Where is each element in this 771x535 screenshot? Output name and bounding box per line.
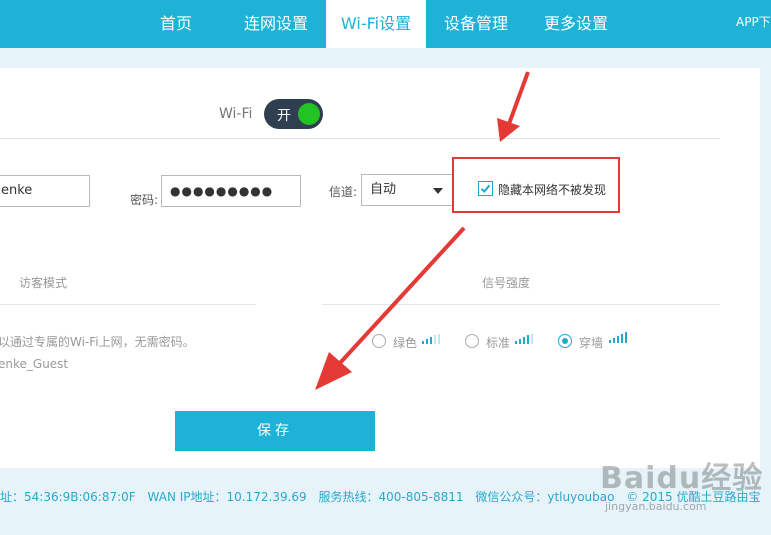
footer-mac-address: 址：54:36:9B:06:87:0F	[0, 490, 136, 504]
signal-radio-green[interactable]	[372, 334, 386, 348]
signal-option-label[interactable]: 绿色	[393, 334, 417, 351]
hide-network-label[interactable]: 隐藏本网络不被发现	[498, 181, 606, 198]
save-button[interactable]: 保存	[175, 411, 375, 451]
signal-bars-icon	[422, 334, 440, 344]
check-icon	[480, 184, 491, 193]
guest-mode-description: 以通过专属的Wi-Fi上网，无需密码。	[0, 335, 195, 349]
guest-mode-title: 访客模式	[19, 276, 68, 290]
baidu-watermark-url: jingyan.baidu.com	[605, 500, 707, 513]
nav-item-more-settings[interactable]: 更多设置	[530, 0, 622, 48]
divider	[0, 304, 256, 305]
divider	[322, 304, 720, 305]
nav-item-network-settings[interactable]: 连网设置	[230, 0, 322, 48]
wifi-toggle[interactable]: 开	[264, 99, 323, 129]
hide-network-checkbox[interactable]	[478, 181, 493, 196]
signal-bars-icon	[515, 334, 533, 344]
app-download-link[interactable]: APP下	[736, 0, 771, 44]
top-nav-bar: 首页 连网设置 Wi-Fi设置 设备管理 更多设置 APP下	[0, 0, 771, 48]
signal-option-label[interactable]: 标准	[486, 334, 510, 351]
divider	[0, 138, 720, 139]
nav-item-device-management[interactable]: 设备管理	[430, 0, 522, 48]
signal-strength-title: 信号强度	[482, 276, 531, 290]
wifi-toggle-label: 开	[277, 108, 291, 124]
ssid-input[interactable]: enke	[0, 175, 90, 207]
footer-hotline: 服务热线：400-805-8811	[318, 490, 464, 504]
footer-wechat: 微信公众号：ytluyoubao	[475, 490, 615, 504]
nav-item-wifi-settings[interactable]: Wi-Fi设置	[326, 0, 426, 48]
channel-label: 信道:	[329, 185, 358, 199]
channel-select-value: 自动	[370, 182, 397, 197]
signal-bars-icon	[609, 332, 627, 343]
baidu-watermark-logo: Baidu经验	[600, 461, 764, 496]
guest-ssid: enke_Guest	[0, 357, 69, 371]
wifi-settings-panel	[0, 68, 760, 468]
toggle-knob	[298, 103, 320, 125]
nav-item-home[interactable]: 首页	[144, 0, 208, 48]
password-input[interactable]: ●●●●●●●●●	[161, 175, 301, 207]
signal-option-label[interactable]: 穿墙	[579, 334, 603, 351]
channel-select[interactable]: 自动	[361, 174, 453, 206]
password-label: 密码:	[130, 193, 159, 207]
signal-radio-wall-penetrating[interactable]	[558, 334, 572, 348]
footer-wan-ip: WAN IP地址：10.172.39.69	[147, 490, 307, 504]
signal-radio-standard[interactable]	[465, 334, 479, 348]
chevron-down-icon	[433, 188, 443, 194]
wifi-label: Wi-Fi	[219, 106, 253, 122]
